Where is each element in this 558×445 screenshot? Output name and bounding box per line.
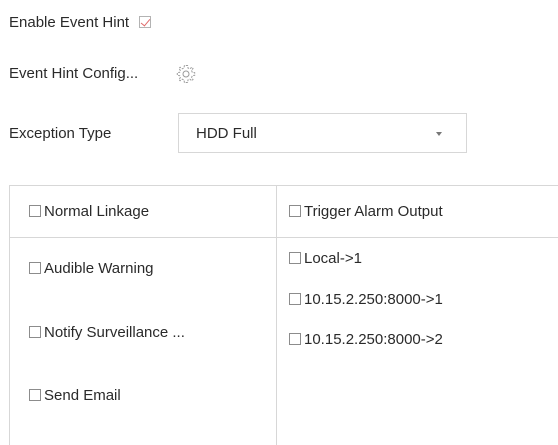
exception-type-select[interactable]: HDD Full (178, 113, 467, 153)
local-1-checkbox[interactable] (289, 252, 301, 264)
enable-event-hint-checkbox[interactable] (139, 16, 152, 28)
event-hint-config-label: Event Hint Config... (9, 65, 139, 82)
linkage-table: Normal Linkage Trigger Alarm Output Audi… (9, 185, 558, 445)
enable-event-hint-row: Enable Event Hint (9, 14, 152, 31)
trigger-alarm-output-label: Trigger Alarm Output (304, 203, 443, 220)
trigger-alarm-output-checkbox[interactable] (289, 205, 301, 217)
list-item[interactable]: Audible Warning (29, 260, 154, 277)
exception-type-value: HDD Full (196, 125, 257, 142)
send-email-label: Send Email (44, 387, 121, 404)
local-1-label: Local->1 (304, 250, 362, 267)
enable-event-hint-label: Enable Event Hint (9, 14, 130, 31)
list-item[interactable]: 10.15.2.250:8000->1 (289, 291, 443, 308)
event-hint-config-row: Event Hint Config... (9, 65, 138, 82)
gear-icon[interactable] (175, 63, 197, 85)
notify-surveillance-checkbox[interactable] (29, 326, 41, 338)
notify-surveillance-label: Notify Surveillance ... (44, 324, 185, 341)
normal-linkage-header[interactable]: Normal Linkage (29, 203, 149, 220)
normal-linkage-label: Normal Linkage (44, 203, 150, 220)
chevron-down-icon[interactable] (436, 132, 442, 136)
ip-output-1-label: 10.15.2.250:8000->1 (304, 291, 443, 308)
list-item[interactable]: Send Email (29, 387, 121, 404)
list-item[interactable]: Local->1 (289, 250, 362, 267)
normal-linkage-checkbox[interactable] (29, 205, 41, 217)
ip-output-2-checkbox[interactable] (289, 333, 301, 345)
list-item[interactable]: Notify Surveillance ... (29, 324, 185, 341)
checkmark-icon (140, 16, 151, 27)
list-item[interactable]: 10.15.2.250:8000->2 (289, 331, 443, 348)
trigger-alarm-output-header[interactable]: Trigger Alarm Output (289, 203, 443, 220)
audible-warning-label: Audible Warning (44, 260, 154, 277)
exception-type-label: Exception Type (9, 125, 112, 142)
ip-output-1-checkbox[interactable] (289, 293, 301, 305)
column-divider (276, 186, 277, 445)
audible-warning-checkbox[interactable] (29, 262, 41, 274)
ip-output-2-label: 10.15.2.250:8000->2 (304, 331, 443, 348)
send-email-checkbox[interactable] (29, 389, 41, 401)
